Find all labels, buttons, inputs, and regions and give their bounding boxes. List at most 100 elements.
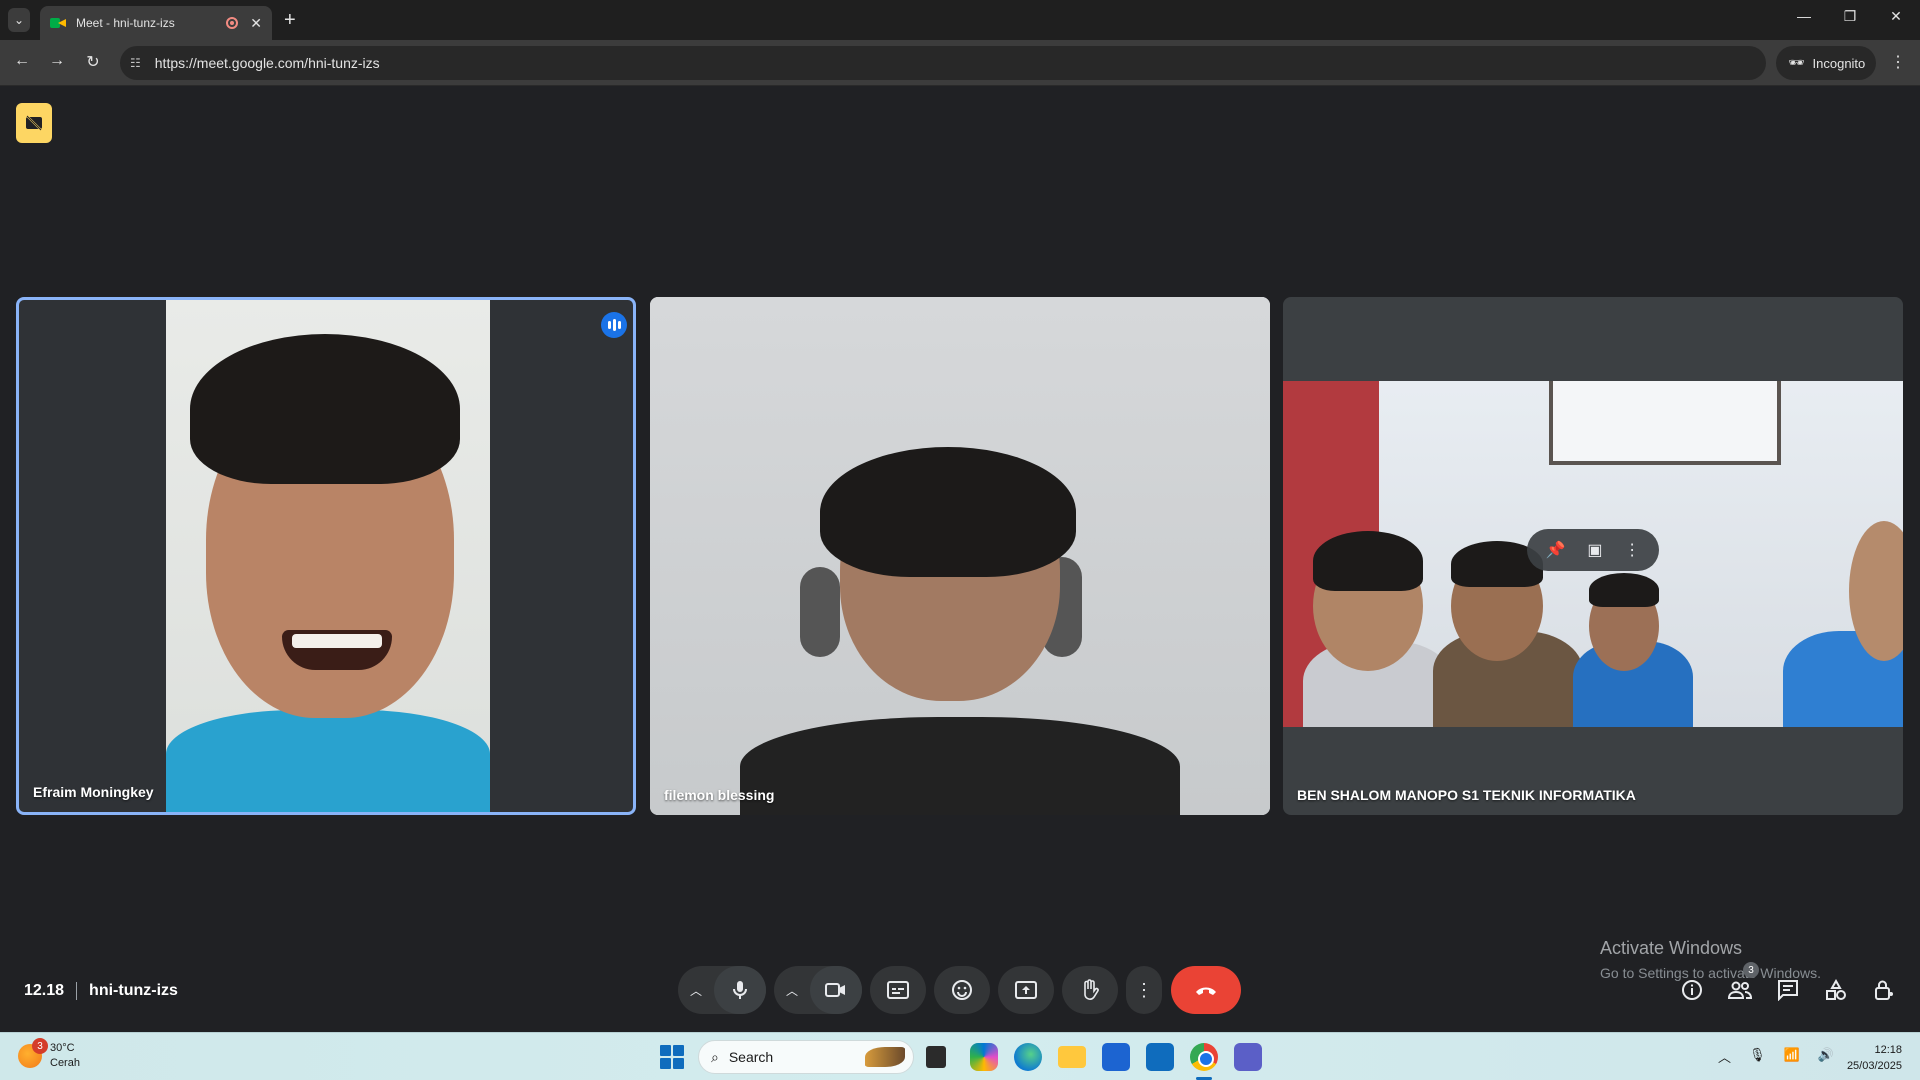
closed-captions-icon — [887, 981, 909, 999]
back-button[interactable]: ← — [11, 52, 33, 70]
meeting-details-button[interactable] — [1678, 976, 1706, 1004]
incognito-icon: 🕶 — [1788, 55, 1805, 70]
participant-name: Efraim Moningkey — [33, 784, 154, 800]
activities-icon — [1826, 979, 1846, 1000]
weather-sun-icon: 3 — [18, 1038, 48, 1068]
taskbar-search[interactable]: ⌕ Search — [698, 1040, 914, 1074]
speaking-indicator-icon — [601, 312, 627, 338]
browser-toolbar: ← → ↻ ☷ https://meet.google.com/hni-tunz… — [0, 40, 1920, 86]
people-button[interactable] — [1726, 976, 1754, 1004]
camera-icon — [825, 983, 845, 997]
google-meet-favicon-icon — [50, 16, 66, 30]
edge-browser-icon[interactable] — [1014, 1043, 1042, 1071]
minimize-window-button[interactable]: — — [1792, 8, 1816, 24]
lock-person-icon — [1875, 980, 1893, 1000]
camera-button[interactable] — [810, 966, 862, 1014]
microphone-tray-icon[interactable]: 🎙 — [1749, 1047, 1766, 1066]
browser-tab-meet[interactable]: Meet - hni-tunz-izs ✕ — [40, 6, 272, 40]
meeting-code: hni-tunz-izs — [89, 982, 178, 999]
copilot-icon[interactable] — [970, 1043, 998, 1071]
chrome-browser-icon[interactable] — [1190, 1043, 1218, 1071]
chat-button[interactable] — [1774, 976, 1802, 1004]
activate-windows-watermark: Activate Windows Go to Settings to activ… — [1600, 938, 1821, 981]
tile-actions-toolbar: 📌 ▣ ⋮ — [1527, 529, 1659, 571]
host-controls-button[interactable] — [1870, 976, 1898, 1004]
clock-date: 25/03/2025 — [1846, 1060, 1902, 1072]
participant-name: BEN SHALOM MANOPO S1 TEKNIK INFORMATIKA — [1297, 787, 1636, 803]
raise-hand-icon — [1084, 979, 1099, 1000]
more-options-icon[interactable]: ⋮ — [1624, 540, 1640, 560]
close-tab-icon[interactable]: ✕ — [250, 15, 262, 32]
hang-up-icon — [1196, 987, 1216, 995]
address-url[interactable]: https://meet.google.com/hni-tunz-izs — [155, 55, 380, 71]
site-info-icon[interactable]: ☷ — [130, 56, 141, 70]
taskbar-clock[interactable]: 12:18 25/03/2025 — [1836, 1042, 1902, 1074]
task-view-icon[interactable] — [926, 1046, 946, 1068]
weather-temperature: 30°C — [50, 1042, 75, 1054]
microphone-control-group: ︿ — [678, 966, 766, 1014]
watermark-title: Activate Windows — [1600, 938, 1743, 958]
show-hidden-icons-chevron-icon[interactable]: ︿ — [1718, 1047, 1731, 1066]
meeting-time: 12.18 — [24, 982, 65, 999]
people-icon — [1728, 981, 1752, 999]
add-to-frame-icon[interactable]: ▣ — [1587, 540, 1602, 560]
raise-hand-button[interactable] — [1062, 966, 1118, 1014]
weather-widget[interactable]: 3 30°C Cerah — [18, 1038, 80, 1071]
info-icon — [1682, 980, 1702, 1000]
incognito-label: Incognito — [1812, 55, 1866, 71]
search-icon: ⌕ — [711, 1048, 719, 1065]
microphone-icon — [733, 981, 747, 999]
more-options-button[interactable]: ⋮ — [1126, 966, 1162, 1014]
meeting-details: 12.18 hni-tunz-izs — [24, 982, 178, 1000]
more-vert-icon: ⋮ — [1135, 979, 1153, 1000]
wifi-icon[interactable]: 📶 — [1784, 1047, 1800, 1066]
meet-page: Efraim Moningkey filemon blessing 📌 ▣ ⋮ … — [0, 86, 1920, 1032]
teams-icon[interactable] — [1234, 1043, 1262, 1071]
present-screen-button[interactable] — [998, 966, 1054, 1014]
clock-time: 12:18 — [1874, 1044, 1902, 1056]
participant-tile-3[interactable]: 📌 ▣ ⋮ BEN SHALOM MANOPO S1 TEKNIK INFORM… — [1283, 297, 1903, 815]
notification-badge: 3 — [32, 1038, 48, 1054]
divider — [76, 982, 78, 1000]
audio-settings-chevron-icon[interactable]: ︿ — [678, 982, 714, 999]
browser-menu-button[interactable]: ⋮ — [1890, 52, 1906, 72]
recording-indicator-icon — [226, 17, 239, 29]
leave-call-button[interactable] — [1171, 966, 1241, 1014]
pin-icon[interactable]: 📌 — [1546, 540, 1566, 560]
restore-window-button[interactable]: ❐ — [1838, 8, 1862, 25]
windows-taskbar: 3 30°C Cerah ⌕ Search ︿ 🎙 📶 🔊 12:18 25/0… — [0, 1032, 1920, 1080]
video-settings-chevron-icon[interactable]: ︿ — [774, 982, 810, 999]
chat-icon — [1778, 980, 1798, 1001]
participant-tile-2[interactable]: filemon blessing — [650, 297, 1270, 815]
participant-video — [166, 300, 490, 812]
participant-name: filemon blessing — [664, 787, 775, 803]
browser-tab-bar: ⌄ Meet - hni-tunz-izs ✕ + — ❐ ✕ — [0, 0, 1920, 40]
tab-title: Meet - hni-tunz-izs — [76, 16, 175, 30]
search-placeholder: Search — [728, 1049, 774, 1065]
captions-button[interactable] — [870, 966, 926, 1014]
send-reaction-button[interactable] — [934, 966, 990, 1014]
present-screen-icon — [1015, 981, 1037, 999]
emoji-icon — [952, 980, 972, 1000]
participant-tile-1[interactable]: Efraim Moningkey — [16, 297, 636, 815]
camera-control-group: ︿ — [774, 966, 862, 1014]
activities-button[interactable] — [1822, 976, 1850, 1004]
search-highlight-image — [865, 1047, 905, 1067]
incognito-indicator[interactable]: 🕶 Incognito — [1776, 46, 1876, 80]
outlook-icon[interactable] — [1146, 1043, 1174, 1071]
weather-description: Cerah — [50, 1057, 80, 1069]
close-window-button[interactable]: ✕ — [1884, 8, 1908, 25]
file-explorer-icon[interactable] — [1058, 1046, 1086, 1068]
tab-search-dropdown-button[interactable]: ⌄ — [8, 8, 30, 32]
address-bar[interactable]: ☷ https://meet.google.com/hni-tunz-izs — [120, 46, 1766, 80]
reload-button[interactable]: ↻ — [82, 52, 104, 72]
recording-badge-icon[interactable] — [16, 103, 52, 143]
forward-button[interactable]: → — [46, 52, 68, 70]
participant-video — [650, 297, 1270, 815]
microsoft-store-icon[interactable] — [1102, 1043, 1130, 1071]
system-tray: ︿ 🎙 📶 🔊 — [1718, 1047, 1834, 1066]
new-tab-button[interactable]: + — [284, 8, 296, 32]
volume-icon[interactable]: 🔊 — [1818, 1047, 1834, 1066]
microphone-button[interactable] — [714, 966, 766, 1014]
start-menu-button[interactable] — [660, 1045, 684, 1069]
